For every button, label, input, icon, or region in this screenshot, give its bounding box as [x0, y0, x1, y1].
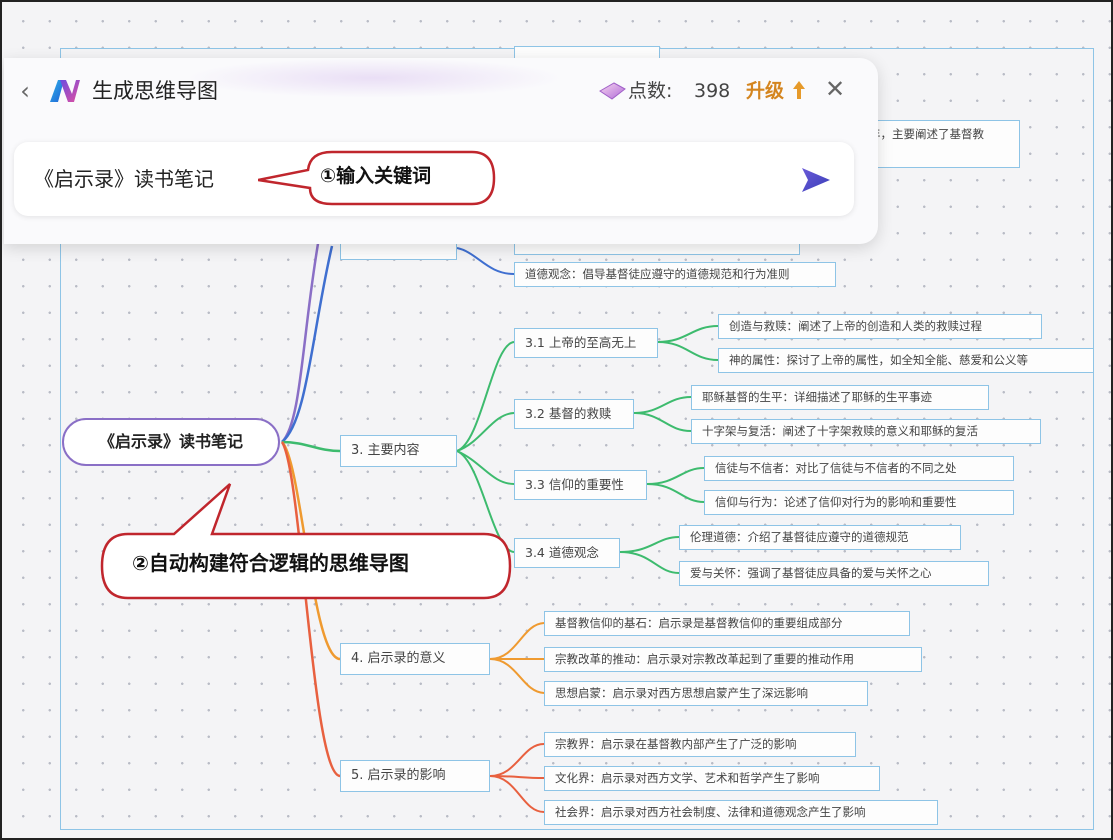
- mindmap-root-node[interactable]: 《启示录》读书笔记: [62, 418, 280, 466]
- branch-influence[interactable]: 5. 启示录的影响: [340, 760, 490, 792]
- link-sig-leaf3: [489, 658, 545, 694]
- leaf-3-3-1[interactable]: 信徒与不信者：对比了信徒与不信者的不同之处: [704, 456, 1014, 481]
- link-inf-leaf3: [489, 775, 545, 813]
- partial-top-text-node[interactable]: 年，主要阐述了基督教: [858, 120, 1020, 168]
- screenshot-frame: 年，主要阐述了基督教 道德观念：倡导基督徒应遵守的道德规范和行为准则 《启示录》…: [0, 0, 1113, 840]
- points-gem-icon: [599, 82, 626, 100]
- leaf-4-1[interactable]: 基督教信仰的基石：启示录是基督教信仰的重要组成部分: [544, 611, 910, 636]
- leaf-4-3[interactable]: 思想启蒙：启示录对西方思想启蒙产生了深远影响: [544, 681, 868, 706]
- branch-significance[interactable]: 4. 启示录的意义: [340, 643, 490, 675]
- leaf-3-2-1[interactable]: 耶稣基督的生平：详细描述了耶稣的生平事迹: [691, 385, 989, 410]
- leaf-3-1-1[interactable]: 创造与救赎：阐述了上帝的创造和人类的救赎过程: [718, 314, 1042, 339]
- link-sub2-leaf1: [633, 396, 692, 414]
- leaf-4-2[interactable]: 宗教改革的推动：启示录对宗教改革起到了重要的推动作用: [544, 647, 922, 672]
- link-sub1-leaf1: [657, 325, 719, 343]
- callout-step2-text: ②自动构建符合逻辑的思维导图: [132, 551, 409, 575]
- link-sub1-leaf2: [657, 341, 719, 361]
- back-chevron-icon[interactable]: ‹: [16, 78, 34, 104]
- leaf-5-3[interactable]: 社会界：启示录对西方社会制度、法律和道德观念产生了影响: [544, 800, 938, 825]
- panel-title: 生成思维导图: [92, 79, 218, 103]
- link-main-sub1: [456, 341, 515, 452]
- link-sub2-leaf2: [633, 412, 692, 432]
- callout-step1-text: ①输入关键词: [320, 165, 432, 187]
- leaf-5-2[interactable]: 文化界：启示录对西方文学、艺术和哲学产生了影响: [544, 766, 880, 791]
- upgrade-button[interactable]: 升级: [746, 76, 784, 106]
- leaf-3-2-2[interactable]: 十字架与复活：阐述了十字架救赎的意义和耶稣的复活: [691, 419, 1041, 444]
- leaf-3-3-2[interactable]: 信仰与行为：论述了信仰对行为的影响和重要性: [704, 490, 1014, 515]
- link-sub4-leaf2: [619, 551, 680, 574]
- upgrade-arrow-icon[interactable]: [792, 80, 806, 100]
- sub-node-3-1[interactable]: 3.1 上帝的至高无上: [514, 328, 658, 358]
- branch-main-content[interactable]: 3. 主要内容: [340, 435, 457, 467]
- leaf-5-1[interactable]: 宗教界：启示录在基督教内部产生了广泛的影响: [544, 732, 856, 757]
- panel-glow: [184, 58, 564, 98]
- send-icon[interactable]: [798, 166, 832, 194]
- sub-node-3-4[interactable]: 3.4 道德观念: [514, 538, 620, 568]
- link-ethics-partial: [456, 247, 515, 275]
- link-sig-leaf1: [489, 622, 545, 660]
- link-sub3-leaf2: [646, 483, 705, 503]
- ethics-partial-node[interactable]: 道德观念：倡导基督徒应遵守的道德规范和行为准则: [514, 262, 836, 287]
- link-root-main-content: [281, 440, 341, 453]
- points-value: 398: [694, 80, 731, 102]
- callout-step2-bubble: [100, 483, 512, 600]
- sub-node-3-2[interactable]: 3.2 基督的救赎: [514, 399, 634, 429]
- leaf-3-1-2[interactable]: 神的属性：探讨了上帝的属性，如全知全能、慈爱和公义等: [718, 348, 1094, 373]
- sub-node-3-3[interactable]: 3.3 信仰的重要性: [514, 470, 647, 500]
- points-label: 点数:: [628, 80, 673, 102]
- close-icon[interactable]: ✕: [822, 74, 848, 104]
- leaf-3-4-1[interactable]: 伦理道德：介绍了基督徒应遵守的道德规范: [679, 525, 961, 550]
- app-logo-icon: [50, 80, 80, 102]
- leaf-3-4-2[interactable]: 爱与关怀：强调了基督徒应具备的爱与关怀之心: [679, 561, 989, 586]
- link-root-upper-blue: [281, 245, 334, 443]
- link-inf-leaf1: [489, 743, 545, 777]
- link-sub3-leaf1: [646, 467, 705, 485]
- link-sub4-leaf1: [619, 536, 680, 553]
- keyword-input[interactable]: 《启示录》读书笔记: [34, 163, 214, 195]
